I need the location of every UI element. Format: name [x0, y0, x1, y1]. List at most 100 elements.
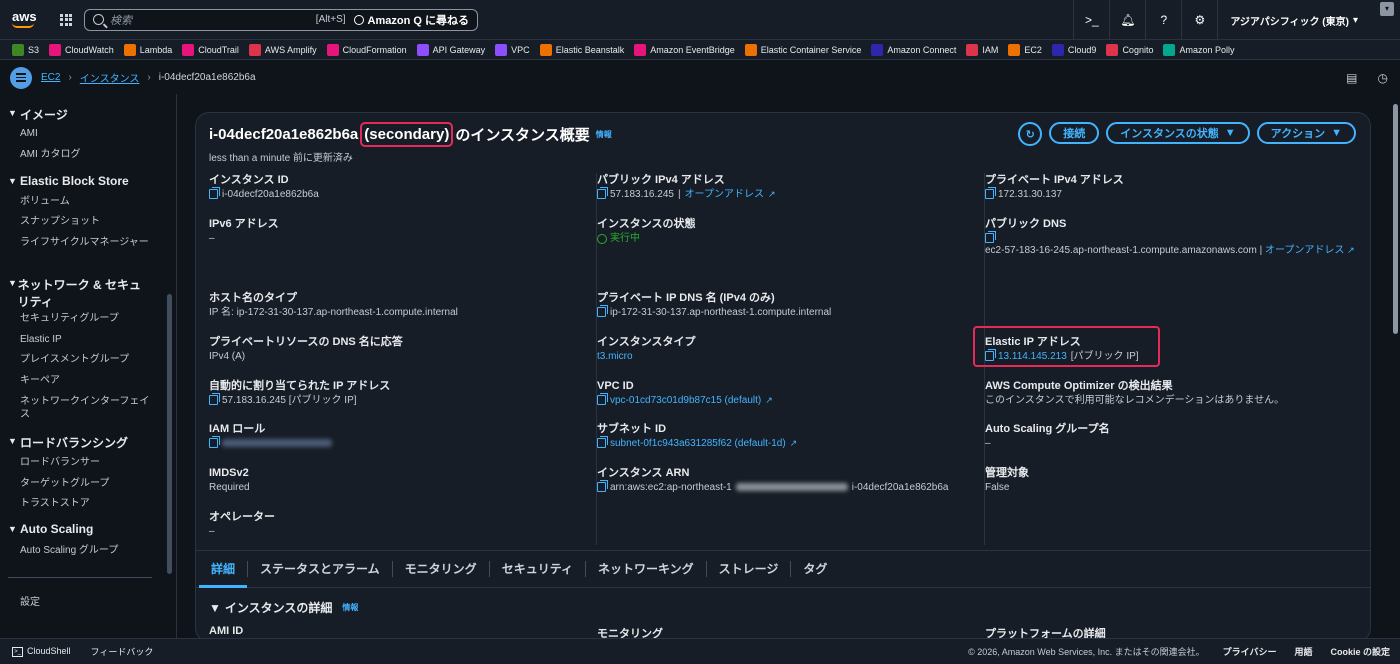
- favorite-api-gateway[interactable]: API Gateway: [416, 43, 485, 56]
- notifications-bell-icon[interactable]: 🔔︎: [1109, 0, 1145, 40]
- service-icon: [123, 43, 136, 56]
- sidebar-item[interactable]: ライフサイクルマネージャー: [0, 236, 165, 249]
- favorite-amazon-polly[interactable]: Amazon Polly: [1163, 43, 1235, 56]
- refresh-button[interactable]: ↻: [1018, 122, 1043, 146]
- sidebar-item[interactable]: セキュリティグループ: [0, 312, 165, 325]
- copy-icon[interactable]: [597, 393, 608, 405]
- services-menu-icon[interactable]: [60, 13, 72, 26]
- favorite-aws-amplify[interactable]: AWS Amplify: [248, 43, 317, 56]
- favorite-cloudwatch[interactable]: CloudWatch: [49, 43, 114, 56]
- sidebar-item-settings[interactable]: 設定: [0, 596, 54, 609]
- sidebar-section-0[interactable]: ▼ イメージ: [0, 106, 165, 123]
- sidebar-item[interactable]: キーペア: [0, 374, 165, 387]
- instance-type-value[interactable]: t3.micro: [597, 349, 633, 364]
- sidebar-item[interactable]: AMI カタログ: [0, 148, 165, 161]
- service-icon: [326, 43, 339, 56]
- sidebar-item[interactable]: Elastic IP: [0, 333, 165, 346]
- field-hostname-type: ホスト名のタイプ IP 名: ip-172-31-30-137.ap-north…: [209, 291, 589, 320]
- aws-logo[interactable]: aws: [12, 10, 38, 28]
- settings-gear-icon[interactable]: ⚙: [1181, 0, 1217, 40]
- region-selector[interactable]: アジアパシフィック (東京) ▾: [1217, 0, 1400, 40]
- search-input[interactable]: 検索: [110, 12, 316, 28]
- actions-button[interactable]: アクション ▼: [1256, 122, 1356, 144]
- favorite-label: Amazon Connect: [887, 44, 957, 55]
- favorite-ec2[interactable]: EC2: [1008, 43, 1042, 56]
- sidebar-item[interactable]: ネットワークインターフェイス: [0, 395, 165, 421]
- footer: >_ CloudShell フィードバック © 2026, Amazon Web …: [0, 638, 1400, 664]
- tab-6[interactable]: タグ: [791, 561, 839, 577]
- instance-state-button[interactable]: インスタンスの状態 ▼: [1106, 122, 1250, 144]
- sidebar-item[interactable]: ボリューム: [0, 195, 165, 208]
- copy-icon[interactable]: [597, 305, 608, 317]
- info-link[interactable]: 情報: [342, 602, 358, 613]
- favorite-amazon-connect[interactable]: Amazon Connect: [871, 43, 957, 56]
- service-icon: [966, 43, 979, 56]
- sidebar-section-4[interactable]: ▼ Auto Scaling: [0, 522, 165, 536]
- sidebar-section-1[interactable]: ▼ Elastic Block Store: [0, 174, 165, 188]
- open-dns-address-link[interactable]: オープンアドレス: [1265, 245, 1344, 256]
- sidebar-item[interactable]: AMI: [0, 127, 165, 140]
- favorite-cloudtrail[interactable]: CloudTrail: [182, 43, 239, 56]
- privacy-link[interactable]: プライバシー: [1223, 645, 1277, 658]
- service-icon: [1106, 43, 1119, 56]
- vpc-id-link[interactable]: vpc-01cd73c01d9b87c15 (default): [610, 393, 761, 408]
- favorite-s3[interactable]: S3: [12, 43, 39, 56]
- copy-icon[interactable]: [597, 187, 608, 199]
- tab-3[interactable]: セキュリティ: [490, 561, 586, 577]
- copy-icon[interactable]: [209, 187, 220, 199]
- copy-icon[interactable]: [209, 393, 220, 405]
- favorite-cloudformation[interactable]: CloudFormation: [326, 43, 407, 56]
- help-icon[interactable]: ?: [1145, 0, 1181, 40]
- cloudshell-icon[interactable]: >_: [1073, 0, 1109, 40]
- copy-icon[interactable]: [597, 436, 608, 448]
- favorite-cognito[interactable]: Cognito: [1106, 43, 1153, 56]
- instance-details-title: インスタンスの詳細: [224, 601, 333, 615]
- main-scrollbar[interactable]: [1392, 94, 1399, 638]
- feedback-link[interactable]: フィードバック: [91, 645, 154, 658]
- search-bar[interactable]: 検索 [Alt+S] Amazon Q に尋ねる: [84, 8, 478, 31]
- favorite-cloud9[interactable]: Cloud9: [1051, 43, 1096, 56]
- open-address-link[interactable]: オープンアドレス: [685, 187, 764, 202]
- copy-icon[interactable]: [209, 436, 220, 448]
- sidebar-section-3[interactable]: ▼ ロードバランシング: [0, 434, 165, 451]
- favorite-lambda[interactable]: Lambda: [123, 43, 172, 56]
- instance-details-heading[interactable]: ▼ インスタンスの詳細 情報: [209, 599, 358, 616]
- tab-2[interactable]: モニタリング: [393, 561, 490, 577]
- sidebar-item[interactable]: ロードバランサー: [0, 456, 165, 469]
- clock-icon[interactable]: ◷: [1378, 71, 1388, 85]
- terms-link[interactable]: 用語: [1294, 645, 1312, 658]
- sidebar-item[interactable]: Auto Scaling グループ: [0, 544, 165, 557]
- info-link[interactable]: 情報: [596, 129, 612, 140]
- favorite-iam[interactable]: IAM: [966, 43, 998, 56]
- sidebar-item[interactable]: トラストストア: [0, 497, 165, 510]
- favorite-elastic-container-service[interactable]: Elastic Container Service: [744, 43, 861, 56]
- copy-icon[interactable]: [985, 187, 996, 199]
- tab-1[interactable]: ステータスとアラーム: [248, 561, 393, 577]
- redacted-iam-role[interactable]: [222, 439, 332, 447]
- breadcrumb: EC2 › インスタンス › i-04decf20a1e862b6a: [41, 70, 256, 85]
- copy-icon[interactable]: [597, 480, 608, 492]
- cookie-settings-link[interactable]: Cookie の設定: [1330, 645, 1390, 658]
- breadcrumb-instances[interactable]: インスタンス: [80, 70, 140, 85]
- sidebar-section-2[interactable]: ▼ ネットワーク & セキュリティ: [0, 276, 165, 310]
- favorite-amazon-eventbridge[interactable]: Amazon EventBridge: [634, 43, 735, 56]
- subnet-id-link[interactable]: subnet-0f1c943a631285f62 (default-1d): [610, 436, 786, 451]
- sidebar-item[interactable]: プレイスメントグループ: [0, 353, 165, 366]
- sidebar-item[interactable]: スナップショット: [0, 215, 165, 228]
- managed-value: False: [985, 482, 1010, 493]
- cloudshell-button[interactable]: >_ CloudShell: [12, 646, 71, 657]
- favorite-elastic-beanstalk[interactable]: Elastic Beanstalk: [539, 43, 624, 56]
- panel-icon[interactable]: ▤: [1346, 71, 1357, 85]
- tab-0[interactable]: 詳細: [199, 561, 249, 588]
- tab-4[interactable]: ネットワーキング: [586, 561, 707, 577]
- sidebar-item[interactable]: ターゲットグループ: [0, 477, 165, 490]
- breadcrumb-ec2[interactable]: EC2: [41, 72, 60, 83]
- favorite-vpc[interactable]: VPC: [495, 43, 530, 56]
- menu-toggle-icon[interactable]: [10, 66, 32, 89]
- connect-button[interactable]: 接続: [1049, 122, 1100, 144]
- amazon-q-button[interactable]: Amazon Q に尋ねる: [353, 12, 469, 28]
- collapse-toggle-icon[interactable]: ▾: [1380, 2, 1394, 16]
- tab-5[interactable]: ストレージ: [707, 561, 792, 577]
- copy-icon[interactable]: [985, 231, 996, 243]
- sidebar-scrollbar[interactable]: [167, 294, 172, 574]
